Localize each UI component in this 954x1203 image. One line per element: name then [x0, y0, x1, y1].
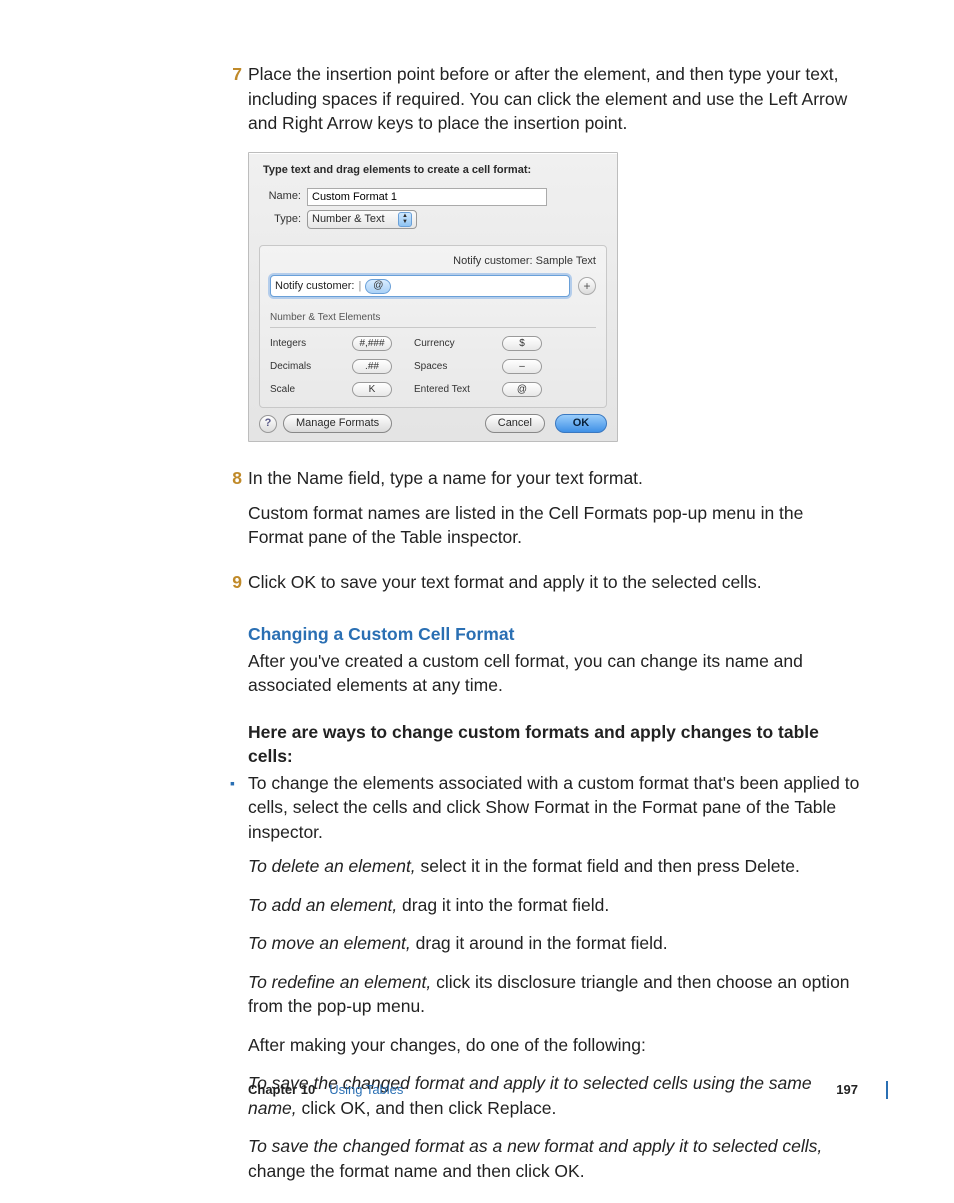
- type-select-value: Number & Text: [312, 212, 385, 227]
- ok-button[interactable]: OK: [555, 414, 607, 433]
- help-button[interactable]: ?: [259, 415, 277, 433]
- add-line: To add an element, drag it into the form…: [248, 893, 860, 918]
- insertion-marker: |: [358, 279, 361, 294]
- divider: [270, 327, 596, 328]
- bullet-1-text: To change the elements associated with a…: [248, 771, 860, 845]
- integers-token[interactable]: #,###: [352, 336, 392, 351]
- decimals-token[interactable]: .##: [352, 359, 392, 374]
- elements-grid: Integers #,### Currency $ Decimals .## S…: [270, 336, 596, 397]
- step-9: 9 Click OK to save your text format and …: [248, 570, 860, 1198]
- format-preview: Notify customer: Sample Text: [270, 254, 596, 269]
- name-label: Name:: [263, 189, 307, 204]
- scale-label: Scale: [270, 383, 342, 397]
- format-prefix-text: Notify customer:: [275, 279, 354, 294]
- bullet-1: ▪ To change the elements associated with…: [230, 771, 860, 1198]
- step-7: 7 Place the insertion point before or af…: [248, 62, 860, 460]
- currency-token[interactable]: $: [502, 336, 542, 351]
- select-stepper-icon: ▲▼: [398, 212, 412, 227]
- spaces-token[interactable]: –: [502, 359, 542, 374]
- spaces-label: Spaces: [414, 360, 492, 374]
- integers-label: Integers: [270, 337, 342, 351]
- step-7-text: Place the insertion point before or afte…: [248, 62, 860, 136]
- page-footer: Chapter 10 Using Tables 197: [248, 1081, 888, 1099]
- manage-formats-button[interactable]: Manage Formats: [283, 414, 392, 433]
- elements-heading: Number & Text Elements: [270, 311, 596, 325]
- delete-line: To delete an element, select it in the f…: [248, 854, 860, 879]
- step-8-line1: In the Name field, type a name for your …: [248, 466, 860, 491]
- bullet-icon: ▪: [230, 771, 248, 1198]
- type-label: Type:: [263, 212, 307, 227]
- section-intro: After you've created a custom cell forma…: [248, 649, 860, 698]
- step-8: 8 In the Name field, type a name for you…: [248, 466, 860, 564]
- type-select[interactable]: Number & Text ▲▼: [307, 210, 417, 229]
- after-line: After making your changes, do one of the…: [248, 1033, 860, 1058]
- cancel-button[interactable]: Cancel: [485, 414, 545, 433]
- footer-page-number: 197: [836, 1081, 858, 1099]
- step-8-line2: Custom format names are listed in the Ce…: [248, 501, 860, 550]
- save-new-name-line: To save the changed format as a new form…: [248, 1134, 860, 1183]
- step-9-text: Click OK to save your text format and ap…: [248, 570, 860, 595]
- footer-chapter: Chapter 10: [248, 1081, 315, 1099]
- entered-text-label: Entered Text: [414, 383, 492, 397]
- custom-format-dialog: Type text and drag elements to create a …: [248, 152, 618, 443]
- entered-text-token-pill[interactable]: @: [502, 382, 542, 397]
- scale-token[interactable]: K: [352, 382, 392, 397]
- dialog-footer: ? Manage Formats Cancel OK: [249, 408, 617, 441]
- move-line: To move an element, drag it around in th…: [248, 931, 860, 956]
- step-7-number: 7: [224, 62, 242, 460]
- currency-label: Currency: [414, 337, 492, 351]
- dialog-title: Type text and drag elements to create a …: [263, 163, 603, 178]
- add-element-button[interactable]: +: [578, 277, 596, 295]
- dialog-body: Notify customer: Sample Text Notify cust…: [259, 245, 607, 408]
- ways-heading: Here are ways to change custom formats a…: [248, 720, 860, 769]
- section-heading: Changing a Custom Cell Format: [248, 622, 860, 647]
- redefine-line: To redefine an element, click its disclo…: [248, 970, 860, 1019]
- name-field[interactable]: [307, 188, 547, 206]
- format-field[interactable]: Notify customer: | @: [270, 275, 570, 297]
- footer-title: Using Tables: [329, 1081, 403, 1099]
- step-8-number: 8: [224, 466, 242, 564]
- entered-text-token[interactable]: @: [365, 279, 391, 294]
- dialog-header: Type text and drag elements to create a …: [249, 153, 617, 241]
- decimals-label: Decimals: [270, 360, 342, 374]
